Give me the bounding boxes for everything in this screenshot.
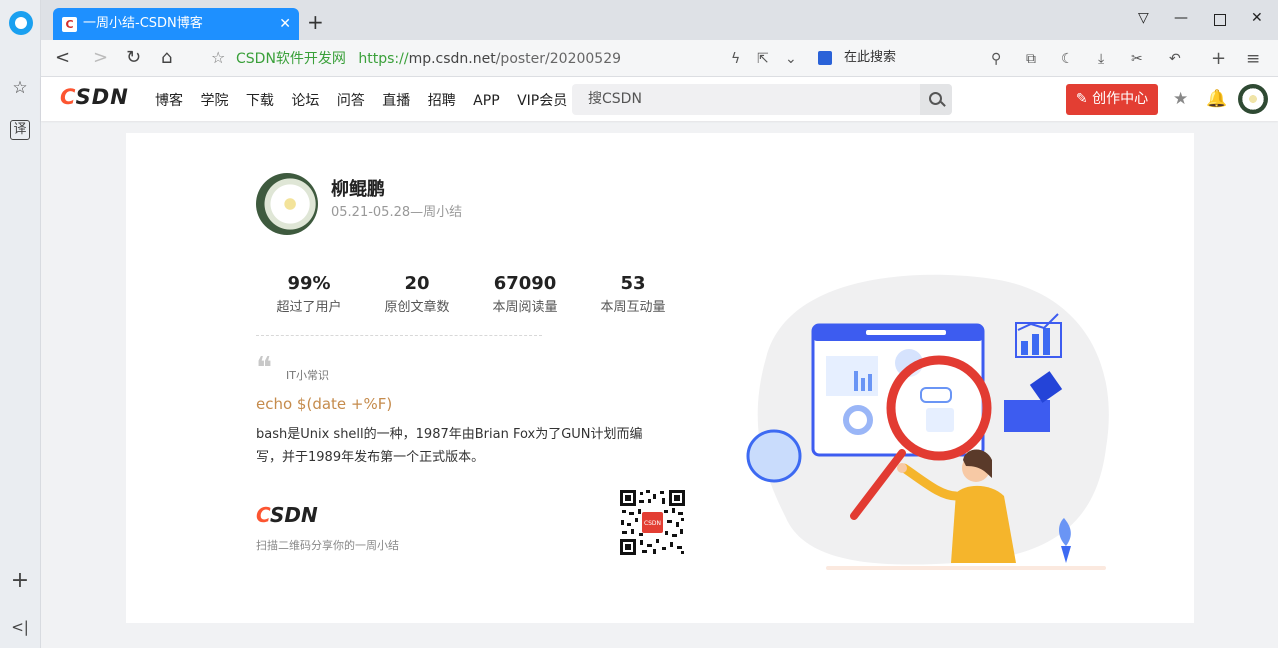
minimize-button[interactable]: — [1174,10,1188,26]
url-path: /poster/20200529 [495,51,622,67]
tip-description-line: 写，并于1989年发布第一个正式版本。 [256,450,485,465]
browser-search-placeholder: 在此搜索 [844,50,897,65]
stat-rank: 99% 超过了用户 [264,273,354,315]
qr-badge: CSDN [644,520,661,527]
tab-bar: C 一周小结-CSDN博客 ✕ + ▽ — ✕ [41,0,1278,40]
search-icon[interactable]: ⚲ [991,49,1001,69]
poster-csdn-logo: CSDN [256,503,318,527]
csdn-favicon-icon: C [62,17,77,32]
url-site-name: CSDN软件开发网 [236,51,346,67]
stat-value: 99% [287,273,331,294]
shirt-skin-icon[interactable]: ▽ [1138,10,1149,26]
new-tab-button[interactable]: + [307,10,324,34]
browser-search-box[interactable]: 在此搜索 [818,47,1018,69]
dropdown-chevron-icon[interactable]: ⌄ [785,49,797,69]
share-icon[interactable]: ⇱ [757,49,769,69]
it-tip-label: IT小常识 [286,369,329,382]
notification-bell-icon[interactable]: 🔔 [1206,89,1227,109]
user-avatar[interactable] [1238,84,1268,114]
stat-reads: 67090 本周阅读量 [480,273,570,315]
scan-hint: 扫描二维码分享你的一周小结 [256,539,399,552]
stat-label: 超过了用户 [276,300,342,315]
nav-item-app[interactable]: APP [473,93,499,109]
forward-button[interactable]: > [93,48,108,68]
csdn-search-icon[interactable] [920,84,952,115]
url-field[interactable]: CSDN软件开发网 https://mp.csdn.net/poster/202… [236,49,621,69]
favorites-star-icon[interactable]: ☆ [8,76,32,100]
csdn-nav: 博客 学院 下载 论坛 问答 直播 招聘 APP VIP会员 [155,90,580,110]
share-qr-code: CSDN [620,490,685,555]
url-host: mp.csdn.net [408,51,496,67]
nav-item-academy[interactable]: 学院 [200,93,228,109]
stat-label: 原创文章数 [384,300,450,315]
undo-icon[interactable]: ↶ [1169,49,1181,69]
extensions-icon[interactable]: ⧉ [1026,49,1036,69]
author-name: 柳鲲鹏 [331,179,385,200]
stat-value: 53 [620,273,646,294]
tip-command: echo $(date +%F) [256,395,393,413]
night-mode-icon[interactable]: ☾ [1061,49,1074,69]
nav-item-qa[interactable]: 问答 [337,93,365,109]
stat-interactions: 53 本周互动量 [588,273,678,315]
baidu-paw-icon [818,50,832,65]
nav-item-jobs[interactable]: 招聘 [428,93,456,109]
url-scheme: https:// [358,51,409,67]
create-center-label: 创作中心 [1092,91,1149,107]
stat-label: 本周阅读量 [492,300,558,315]
create-center-button[interactable]: ✎ 创作中心 [1066,84,1158,115]
add-icon[interactable]: + [1211,49,1226,69]
back-button[interactable]: < [55,48,70,68]
stat-label: 本周互动量 [600,300,666,315]
csdn-logo[interactable]: CSDN [60,85,129,109]
download-icon[interactable]: ⤓ [1098,49,1104,69]
reload-icon[interactable]: ↻ [126,48,141,68]
divider [256,335,542,336]
lightning-icon[interactable]: ϟ [731,49,740,69]
poster-card: 柳鲲鹏 05.21-05.28—周小结 99% 超过了用户 20 原创文章数 6… [126,133,1194,623]
csdn-search-input[interactable]: 搜CSDN [572,84,952,115]
author-avatar [256,173,318,235]
tip-description-line: bash是Unix shell的一种，1987年由Brian Fox为了GUN计… [256,427,643,442]
menu-icon[interactable]: ≡ [1246,49,1260,69]
tab-active[interactable]: C 一周小结-CSDN博客 ✕ [53,8,299,40]
favorite-star-icon[interactable]: ★ [1173,89,1188,109]
analytics-illustration [746,274,1109,570]
browser-logo-icon[interactable] [9,11,33,35]
screenshot-scissors-icon[interactable]: ✂ [1131,49,1143,69]
maximize-button[interactable] [1214,14,1226,26]
nav-item-forum[interactable]: 论坛 [291,93,319,109]
translate-icon[interactable]: 译 [10,120,30,140]
home-icon[interactable]: ⌂ [161,48,172,68]
summary-period: 05.21-05.28—周小结 [331,205,463,220]
nav-item-download[interactable]: 下载 [246,93,274,109]
address-bar: < > ↻ ⌂ ☆ CSDN软件开发网 https://mp.csdn.net/… [41,40,1278,77]
browser-sidebar: ☆ 译 + <| [0,0,41,648]
nav-item-blog[interactable]: 博客 [155,93,183,109]
tab-close-icon[interactable]: ✕ [279,8,291,40]
nav-item-live[interactable]: 直播 [382,93,410,109]
csdn-header: CSDN 博客 学院 下载 论坛 问答 直播 招聘 APP VIP会员 搜CSD… [41,77,1278,121]
stat-articles: 20 原创文章数 [372,273,462,315]
tab-title: 一周小结-CSDN博客 [83,16,203,31]
stat-value: 67090 [493,273,557,294]
tip-description: bash是Unix shell的一种，1987年由Brian Fox为了GUN计… [256,423,676,469]
collapse-sidebar-icon[interactable]: <| [8,615,32,639]
close-window-button[interactable]: ✕ [1251,10,1263,26]
add-sidebar-icon[interactable]: + [8,569,32,593]
bookmark-star-icon[interactable]: ☆ [211,48,225,68]
quote-mark-icon: ❝ [256,351,273,386]
stat-value: 20 [404,273,430,294]
edit-pen-icon: ✎ [1075,91,1093,107]
nav-item-vip[interactable]: VIP会员 [517,93,567,109]
csdn-search-placeholder: 搜CSDN [588,91,642,107]
